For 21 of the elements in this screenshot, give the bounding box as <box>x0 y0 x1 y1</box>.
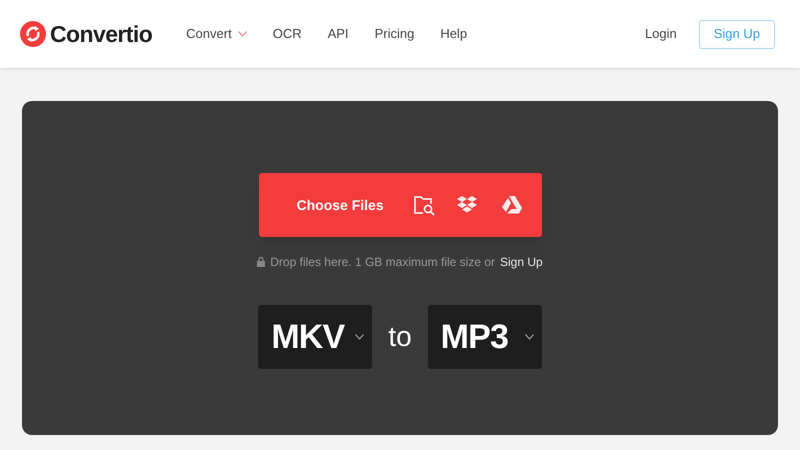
nav-link[interactable]: OCR <box>272 24 302 44</box>
source-format-select[interactable]: MKV <box>258 305 372 369</box>
chevron-down-icon <box>355 334 364 340</box>
target-format-select[interactable]: MP3 <box>428 305 542 369</box>
lock-icon <box>257 257 266 267</box>
logo-text: Convertio <box>50 20 152 49</box>
login-link[interactable]: Login <box>644 24 677 44</box>
to-label: to <box>388 320 412 354</box>
nav-link[interactable]: Pricing <box>374 24 414 44</box>
folder-search-icon[interactable] <box>412 194 435 216</box>
logo-icon <box>20 21 46 47</box>
upload-note: Drop files here. 1 GB maximum file size or <box>270 254 496 271</box>
choose-files-button[interactable]: Choose Files <box>258 173 408 237</box>
sign-up-link[interactable]: Sign Up <box>500 253 543 271</box>
drive-icon[interactable] <box>502 196 522 214</box>
dropbox-icon[interactable] <box>456 195 477 215</box>
nav-link[interactable]: Help <box>440 24 468 44</box>
chevron-down-icon <box>238 31 247 37</box>
nav-link[interactable]: Convert <box>186 24 247 44</box>
nav-link[interactable]: API <box>328 24 349 44</box>
chevron-down-icon <box>524 334 534 340</box>
